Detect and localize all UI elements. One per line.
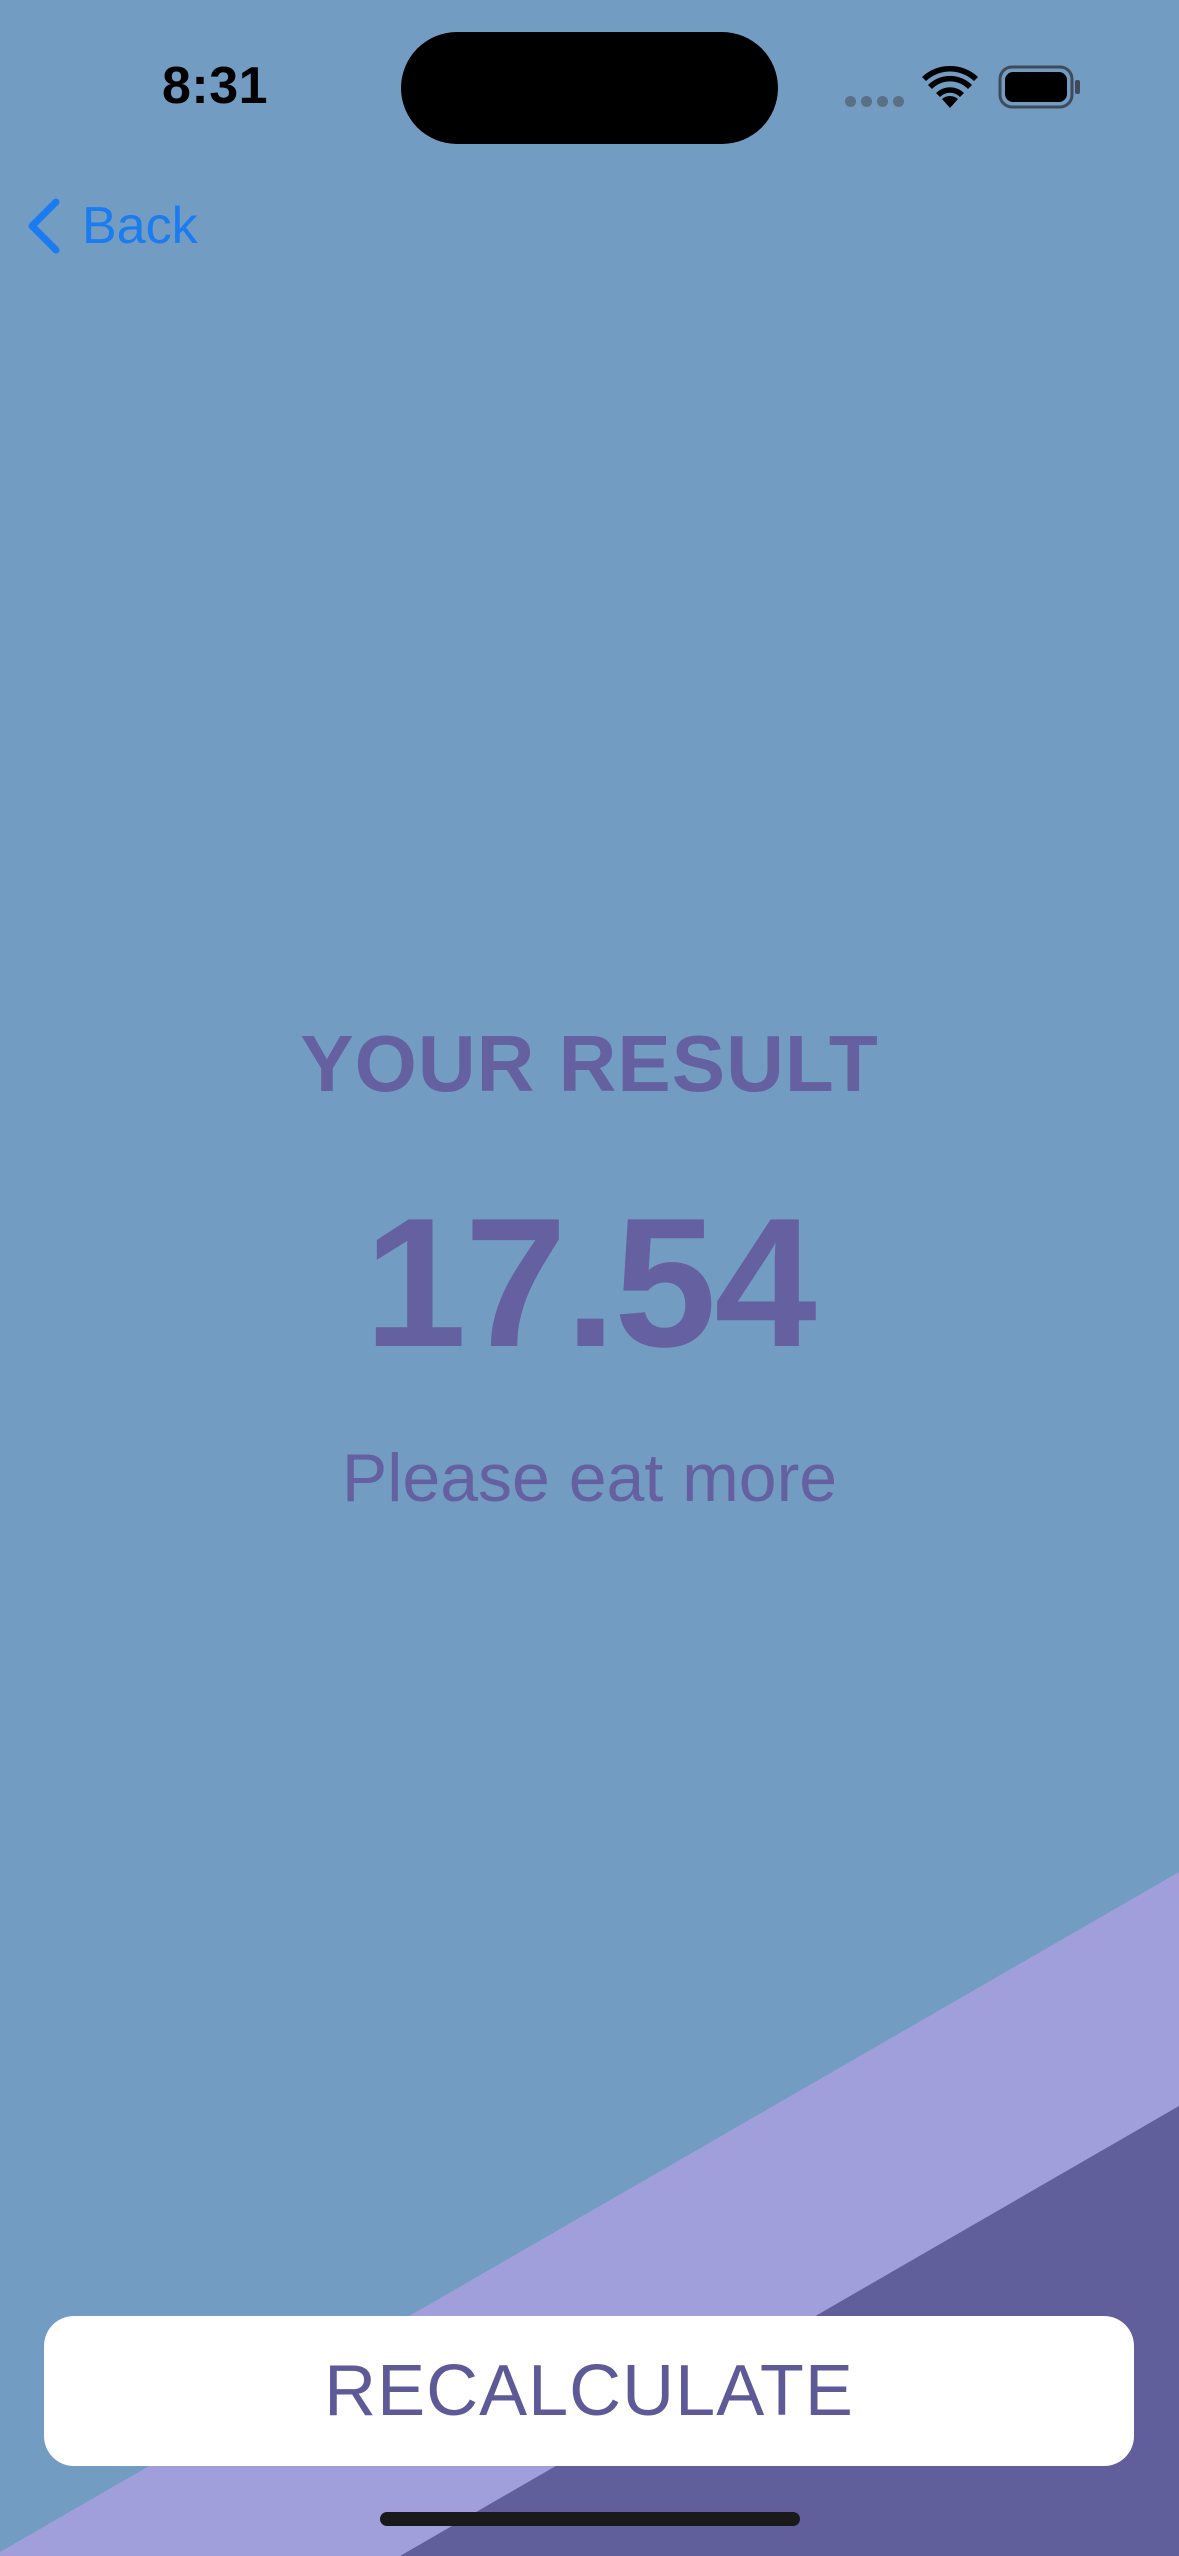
battery-icon <box>998 65 1080 109</box>
cellular-signal-icon <box>845 96 905 108</box>
bmi-value: 17.54 <box>364 1179 816 1385</box>
wifi-icon <box>922 65 978 108</box>
back-label: Back <box>82 197 198 255</box>
recalculate-button[interactable]: RECALCULATE <box>44 2316 1134 2466</box>
home-indicator[interactable] <box>380 2512 800 2526</box>
recalculate-label: RECALCULATE <box>324 2351 854 2431</box>
result-title: YOUR RESULT <box>300 1019 879 1108</box>
result-screen: 8:31 Back YOUR RESULT 17.54 Please eat m… <box>0 0 1179 2556</box>
status-bar-time: 8:31 <box>161 57 269 115</box>
dynamic-island <box>401 32 778 144</box>
chevron-left-icon <box>28 198 60 254</box>
result-advice: Please eat more <box>341 1440 838 1516</box>
back-button[interactable]: Back <box>22 186 198 266</box>
